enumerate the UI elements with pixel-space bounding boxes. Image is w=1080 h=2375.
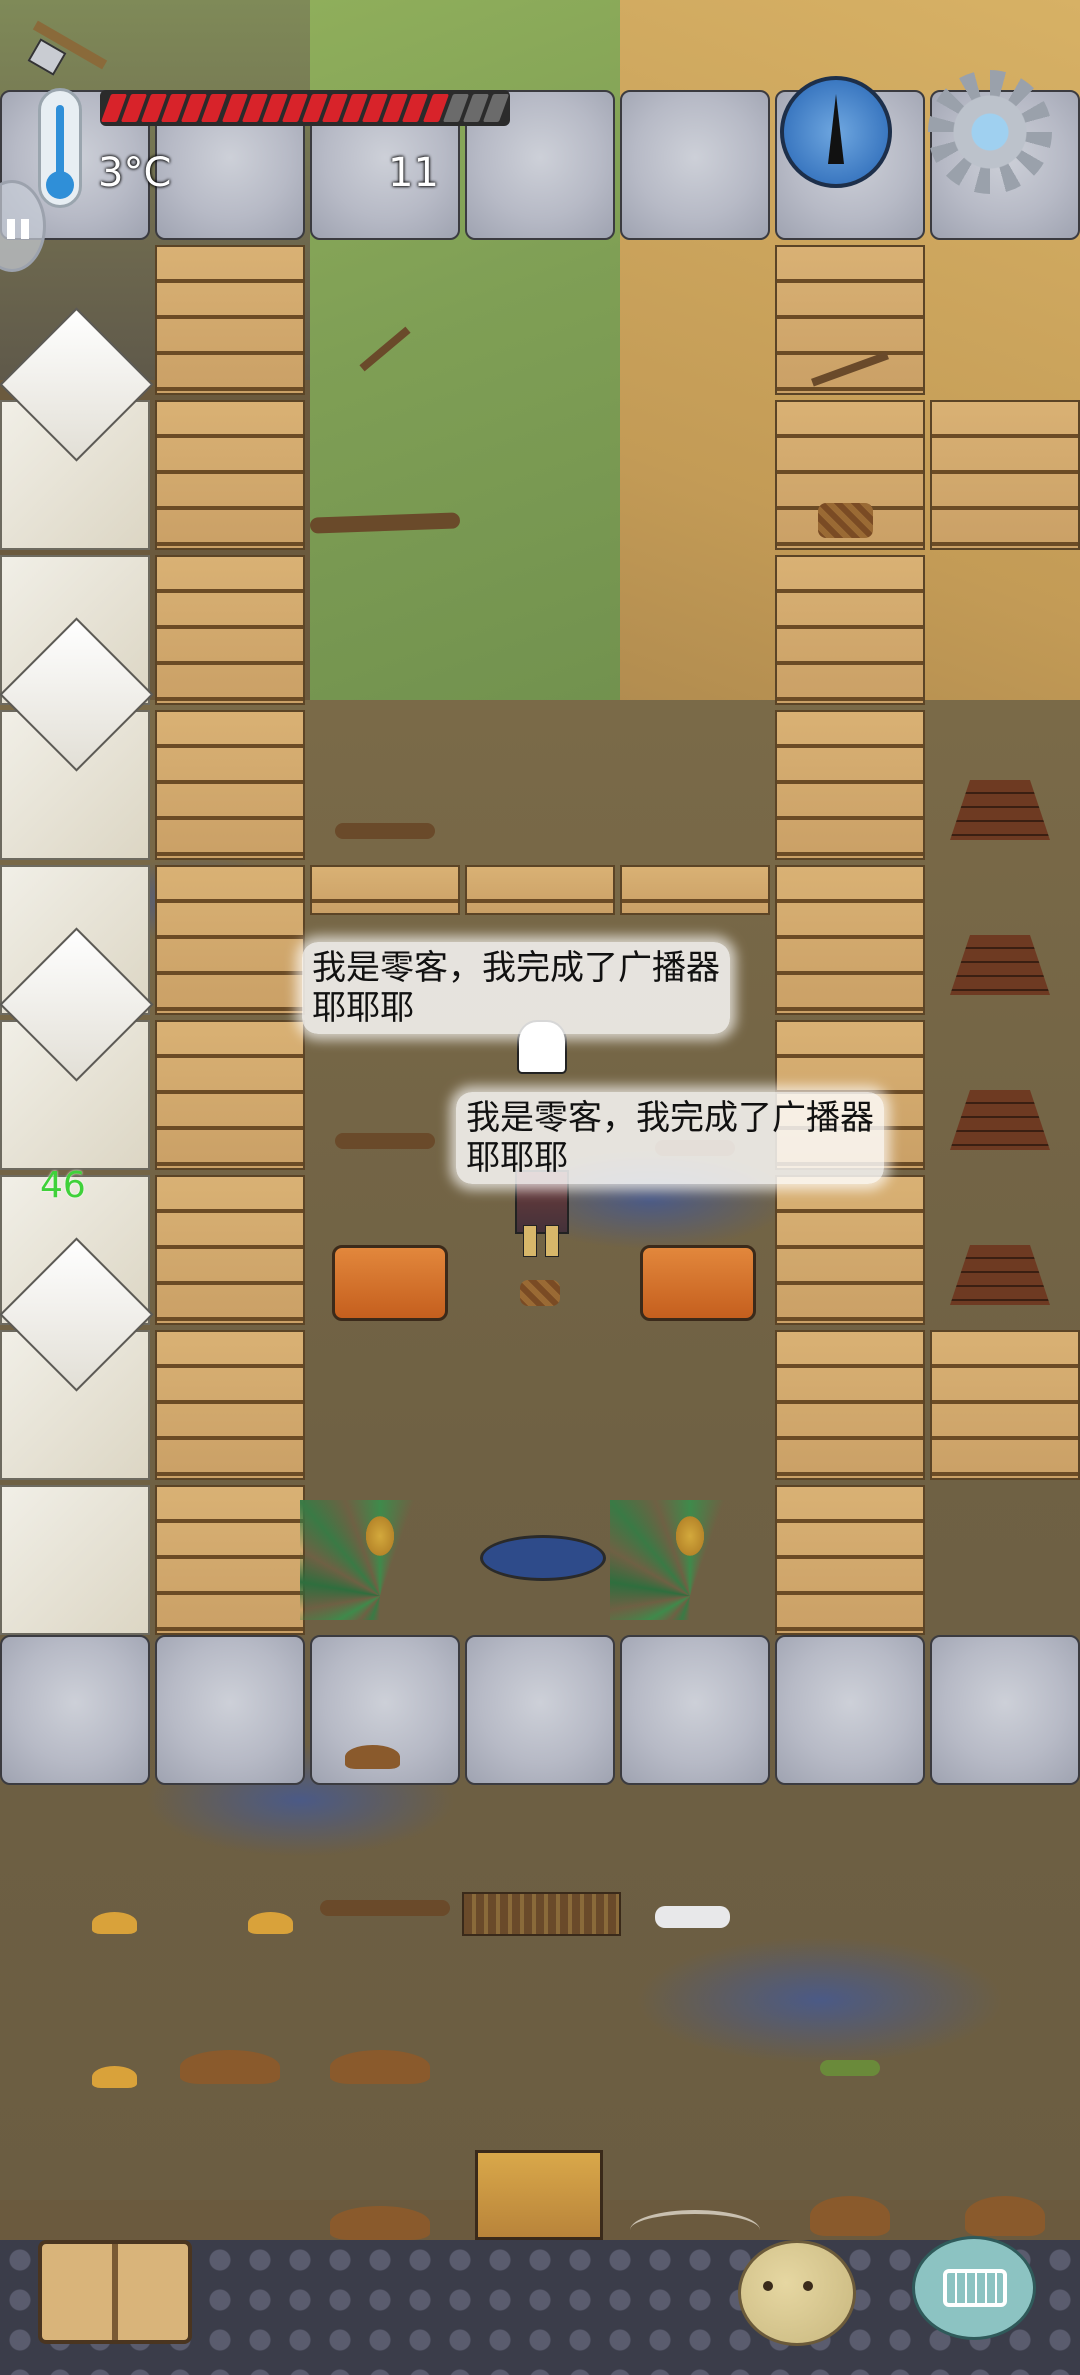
keyboard-button[interactable] bbox=[912, 2236, 1036, 2340]
radio-station[interactable] bbox=[332, 1245, 448, 1321]
wooden-wall bbox=[775, 1485, 925, 1635]
speech-line: 耶耶耶 bbox=[312, 988, 414, 1028]
stone-floor-tile bbox=[155, 1635, 305, 1785]
temperature-readout: 3°C bbox=[98, 150, 172, 196]
wooden-wall bbox=[775, 865, 925, 1015]
marble-block bbox=[0, 1485, 150, 1635]
keyboard-icon bbox=[943, 2269, 1007, 2307]
wooden-wall bbox=[155, 245, 305, 395]
emote-icon[interactable] bbox=[738, 2240, 856, 2346]
stone-floor-tile bbox=[465, 1635, 615, 1785]
game-world[interactable]: 我是零客，我完成了广播器 耶耶耶 我是零客，我完成了广播器 耶耶耶 bbox=[0, 0, 1080, 2375]
seed-pile[interactable] bbox=[248, 1912, 293, 1934]
wooden-wall bbox=[620, 865, 770, 915]
wooden-wall bbox=[155, 1330, 305, 1480]
nut-pile[interactable] bbox=[965, 2196, 1045, 2236]
rope-fence-item[interactable] bbox=[462, 1892, 621, 1936]
thermometer-icon bbox=[38, 88, 82, 208]
player-leg bbox=[523, 1225, 537, 1257]
book-icon[interactable] bbox=[38, 2240, 192, 2344]
speech-line: 我是零客，我完成了广播器 bbox=[312, 948, 720, 988]
wooden-wall bbox=[155, 555, 305, 705]
stone-floor-tile bbox=[620, 90, 770, 240]
player-leg bbox=[545, 1225, 559, 1257]
seed-pile[interactable] bbox=[92, 1912, 137, 1934]
wooden-wall bbox=[775, 710, 925, 860]
wooden-wall bbox=[930, 400, 1080, 550]
gear-icon[interactable] bbox=[928, 70, 1052, 194]
health-bar bbox=[100, 90, 510, 126]
basket-item[interactable] bbox=[818, 503, 873, 538]
arrow-crate[interactable] bbox=[475, 2150, 603, 2240]
speech-bubble: 我是零客，我完成了广播器 耶耶耶 bbox=[456, 1092, 884, 1184]
wooden-wall bbox=[155, 400, 305, 550]
wooden-wall bbox=[930, 1330, 1080, 1480]
pineapple-plant[interactable] bbox=[610, 1500, 770, 1620]
shovel-item[interactable] bbox=[335, 823, 435, 839]
wooden-wall bbox=[155, 1485, 305, 1635]
nut-pile[interactable] bbox=[810, 2196, 890, 2236]
wooden-wall bbox=[155, 1020, 305, 1170]
wooden-wall bbox=[155, 710, 305, 860]
branch-item[interactable] bbox=[320, 1900, 450, 1916]
stone-floor-tile bbox=[620, 1635, 770, 1785]
pause-icon bbox=[7, 219, 15, 239]
shovel-item[interactable] bbox=[335, 1133, 435, 1149]
pause-icon bbox=[21, 219, 29, 239]
stone-floor-tile bbox=[775, 1635, 925, 1785]
dung-pile[interactable] bbox=[345, 1745, 400, 1769]
wooden-wall bbox=[775, 1175, 925, 1325]
basket-item[interactable] bbox=[520, 1280, 560, 1306]
tilled-soil[interactable] bbox=[180, 2050, 280, 2084]
speech-line: 耶耶耶 bbox=[466, 1138, 568, 1178]
wooden-wall bbox=[155, 1175, 305, 1325]
radio-station[interactable] bbox=[640, 1245, 756, 1321]
pineapple-plant[interactable] bbox=[300, 1500, 460, 1620]
item-count: 11 bbox=[388, 150, 439, 196]
goose-pond[interactable] bbox=[480, 1535, 606, 1581]
wooden-wall bbox=[155, 865, 305, 1015]
flint-item[interactable] bbox=[655, 1906, 730, 1928]
tilled-soil[interactable] bbox=[330, 2050, 430, 2084]
compass-icon[interactable] bbox=[780, 76, 892, 188]
wooden-wall bbox=[465, 865, 615, 915]
seed-pile[interactable] bbox=[92, 2066, 137, 2088]
speech-line: 我是零客，我完成了广播器 bbox=[466, 1098, 874, 1138]
herb-item[interactable] bbox=[820, 2060, 880, 2076]
wooden-wall bbox=[775, 1330, 925, 1480]
stone-floor-tile bbox=[930, 1635, 1080, 1785]
tilled-soil[interactable] bbox=[330, 2206, 430, 2240]
stone-floor-tile bbox=[0, 1635, 150, 1785]
speech-bubble: 我是零客，我完成了广播器 耶耶耶 bbox=[302, 942, 730, 1034]
wooden-wall bbox=[310, 865, 460, 915]
wooden-wall bbox=[775, 555, 925, 705]
side-counter: 46 bbox=[40, 1165, 86, 1206]
